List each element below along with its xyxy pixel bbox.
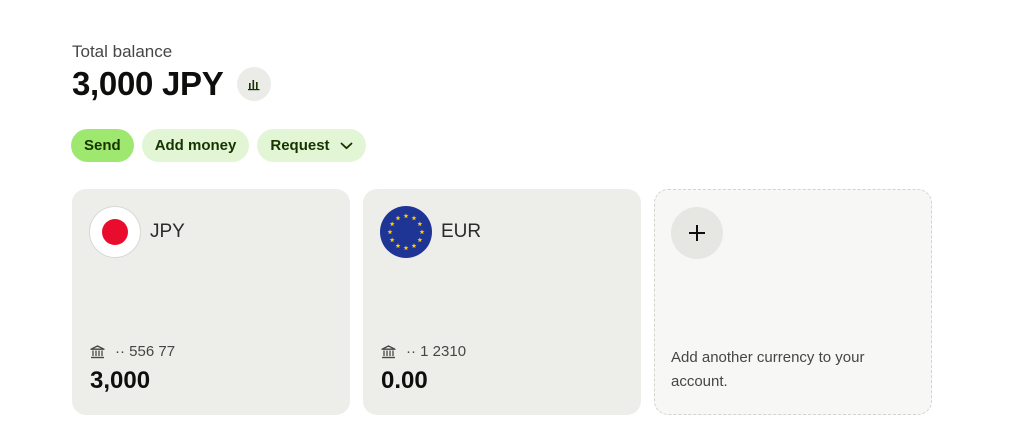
- eu-star: [411, 215, 417, 221]
- japan-flag-icon: [89, 206, 141, 258]
- action-buttons: Send Add money Request: [71, 129, 366, 162]
- total-balance-amount: 3,000 JPY: [72, 65, 224, 102]
- eu-star: [395, 215, 401, 221]
- eu-star: [389, 221, 395, 227]
- bank-icon: [381, 344, 396, 359]
- insights-button[interactable]: [237, 67, 272, 101]
- eu-star: [395, 243, 401, 248]
- currency-balance: 3,000: [90, 367, 151, 394]
- eu-star: [417, 237, 423, 243]
- add-money-button[interactable]: Add money: [141, 129, 250, 162]
- chevron-down-icon: [340, 142, 353, 150]
- account-details: ·· 556 77: [90, 343, 175, 360]
- account-number: ·· 1 2310: [406, 343, 467, 360]
- total-balance-label: Total balance: [72, 42, 173, 61]
- eu-flag-icon: [380, 206, 432, 258]
- eu-star: [389, 237, 395, 243]
- account-number: ·· 556 77: [115, 343, 176, 360]
- request-button[interactable]: Request: [257, 129, 366, 162]
- eu-star: [419, 229, 425, 235]
- eu-star: [417, 221, 423, 227]
- send-button[interactable]: Send: [71, 129, 134, 162]
- currency-code: EUR: [441, 221, 482, 242]
- account-details: ·· 1 2310: [381, 343, 466, 360]
- currency-card-jpy[interactable]: JPY ·· 556 77 3,000: [72, 189, 350, 415]
- plus-icon: [689, 225, 705, 241]
- bank-icon: [90, 344, 105, 359]
- eu-star: [403, 213, 409, 219]
- balance-row: 3,000 JPY: [72, 64, 272, 104]
- add-currency-text: Add another currency to your account.: [671, 349, 865, 390]
- currency-card-eur[interactable]: EUR ·· 1 2310 0.00: [363, 189, 641, 415]
- add-currency-card[interactable]: Add another currency to your account.: [654, 189, 932, 415]
- currency-code: JPY: [150, 221, 185, 242]
- eu-star: [403, 245, 409, 251]
- currency-balance: 0.00: [381, 367, 428, 394]
- add-currency-button[interactable]: [671, 207, 723, 259]
- eu-star: [387, 229, 393, 235]
- eu-star: [411, 243, 417, 248]
- bar-chart-icon: [248, 80, 260, 91]
- request-button-label: Request: [270, 137, 330, 154]
